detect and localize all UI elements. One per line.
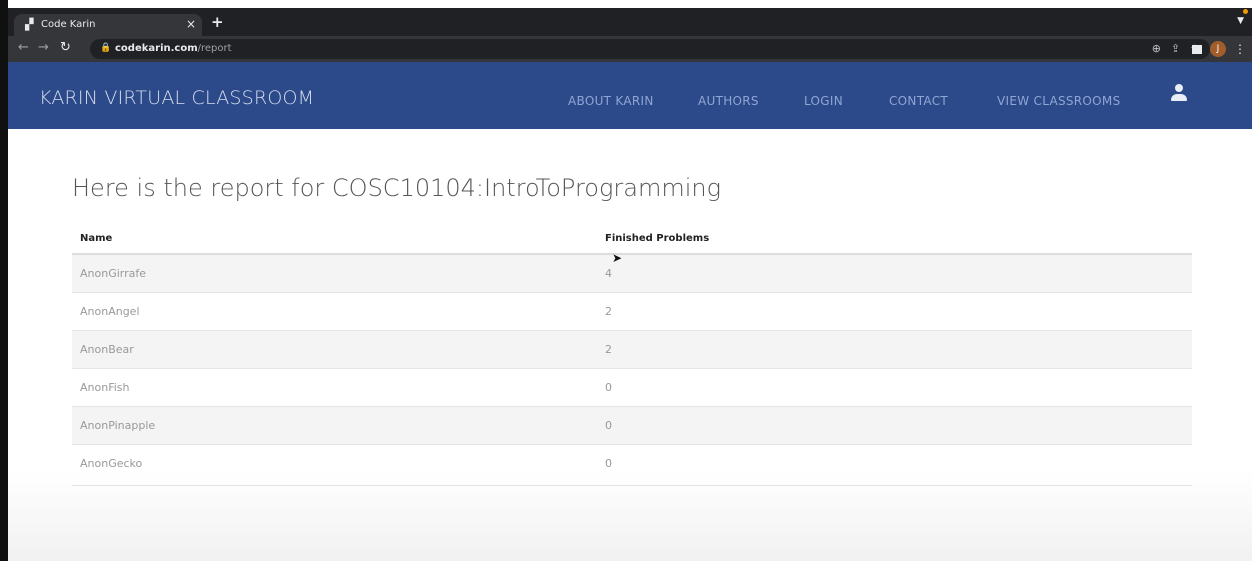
back-icon[interactable]: ← [18,41,29,55]
side-panel-icon[interactable] [1192,44,1202,54]
user-icon-body [1171,94,1187,101]
main-content: Here is the report for COSC10104:IntroTo… [8,129,1252,561]
student-name: AnonGecko [72,444,597,482]
browser-window: ▞ Code Karin × + ▼ ← → ↻ 🔒 codekarin.com… [0,0,1252,561]
table-header-row: Name Finished Problems [72,223,1192,255]
table-row: AnonAngel 2 [72,292,1192,331]
student-name: AnonPinapple [72,406,597,445]
student-name: AnonAngel [72,292,597,331]
zoom-icon[interactable]: ⊕ [1152,42,1161,55]
tab-strip: ▞ Code Karin × + ▼ [8,8,1252,36]
profile-avatar[interactable]: J [1210,41,1226,57]
tab-title: Code Karin [41,19,96,30]
user-icon[interactable] [1171,84,1187,102]
finished-count: 0 [597,368,1192,407]
finished-count: 2 [597,330,1192,369]
student-name: AnonGirrafe [72,253,597,293]
table-row: AnonGirrafe 4 [72,253,1192,293]
column-header-name: Name [72,223,597,255]
lock-icon[interactable]: 🔒 [100,43,111,53]
more-menu-icon[interactable]: ⋮ [1234,42,1246,56]
site-brand[interactable]: KARIN VIRTUAL CLASSROOM [39,87,314,109]
mouse-cursor-icon: ➤ [612,251,623,265]
site-navbar: KARIN VIRTUAL CLASSROOM ABOUT KARIN AUTH… [8,62,1252,129]
tab-search-chevron-icon[interactable]: ▼ [1237,16,1244,26]
reload-icon[interactable]: ↻ [60,41,71,55]
table-row: AnonPinapple 0 [72,406,1192,445]
student-name: AnonFish [72,368,597,407]
toolbar-right: J ⋮ [1192,40,1246,58]
finished-count: 0 [597,444,1192,482]
tab-favicon-icon: ▞ [25,18,34,31]
user-icon-head [1175,84,1183,92]
url-text[interactable]: codekarin.com/report [115,42,232,56]
finished-count: 0 [597,406,1192,445]
close-tab-icon[interactable]: × [186,17,196,31]
table-row: AnonBear 2 [72,330,1192,369]
browser-tab[interactable]: ▞ Code Karin × [14,14,202,36]
nav-about-karin[interactable]: ABOUT KARIN [568,94,654,108]
nav-login[interactable]: LOGIN [804,94,843,108]
finished-count: 2 [597,292,1192,331]
window-edge [0,0,8,561]
nav-view-classrooms[interactable]: VIEW CLASSROOMS [997,94,1121,108]
share-icon[interactable]: ⇪ [1171,42,1180,55]
report-table: Name Finished Problems AnonGirrafe 4 Ano… [72,223,1192,482]
new-tab-button[interactable]: + [211,15,224,30]
address-bar[interactable]: 🔒 codekarin.com/report ⊕⇪☆ [90,39,1210,59]
recording-indicator-icon [1243,9,1248,14]
student-name: AnonBear [72,330,597,369]
nav-contact[interactable]: CONTACT [889,94,948,108]
table-row: AnonGecko 0 [72,444,1192,482]
nav-authors[interactable]: AUTHORS [698,94,759,108]
browser-toolbar: ← → ↻ 🔒 codekarin.com/report ⊕⇪☆ J ⋮ [8,36,1252,62]
page-title: Here is the report for COSC10104:IntroTo… [72,174,721,202]
finished-count: 4 [597,253,1192,293]
table-bottom-border [72,485,1192,486]
table-row: AnonFish 0 [72,368,1192,407]
url-path: /report [197,43,232,54]
url-host: codekarin.com [115,43,198,54]
column-header-finished: Finished Problems [597,223,1192,255]
forward-icon[interactable]: → [38,41,49,55]
